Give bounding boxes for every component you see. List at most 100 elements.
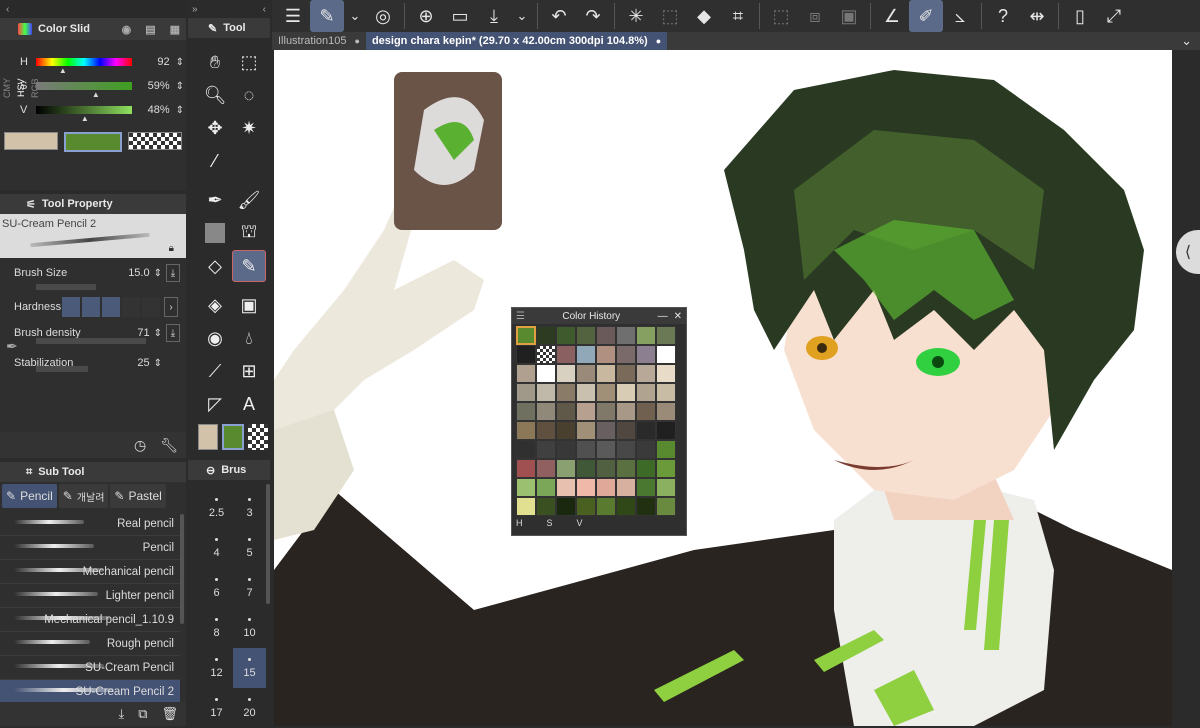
brush-list-item[interactable]: Mechanical pencil (0, 560, 180, 584)
color-history-swatch[interactable] (516, 345, 536, 364)
brush-size-value[interactable]: 15.0 (128, 267, 149, 279)
color-history-swatch[interactable] (536, 383, 556, 402)
color-history-swatch[interactable] (576, 497, 596, 516)
color-history-swatch[interactable] (596, 364, 616, 383)
stabilization-stepper-icon[interactable]: ⇕ (154, 358, 162, 369)
tab-custom-brush[interactable]: ✎ 개날려 (58, 484, 109, 508)
color-history-swatch[interactable] (656, 364, 676, 383)
balloon-tool-icon[interactable]: ◸ (198, 388, 232, 420)
color-history-swatch[interactable] (616, 345, 636, 364)
frame-tool-icon[interactable]: ⊞ (232, 355, 266, 387)
brush-size-option[interactable]: 8 (200, 608, 233, 648)
brush-size-option[interactable]: 15 (233, 648, 266, 688)
water-drop-icon[interactable]: 💧︎ (232, 322, 266, 354)
color-history-swatch[interactable] (656, 383, 676, 402)
brush-size-option[interactable]: 4 (200, 528, 233, 568)
color-history-swatch[interactable] (596, 326, 616, 345)
color-history-swatch[interactable] (616, 459, 636, 478)
color-history-swatch[interactable] (616, 497, 636, 516)
color-history-swatch[interactable] (616, 326, 636, 345)
object-select-icon[interactable]: ⬚ (232, 46, 266, 78)
color-history-swatch[interactable] (536, 497, 556, 516)
brush-size-option[interactable]: 5 (233, 528, 266, 568)
color-history-swatch[interactable] (556, 440, 576, 459)
brush-density-dropdown-icon[interactable]: ⤓ (166, 324, 180, 342)
color-history-swatch[interactable] (516, 383, 536, 402)
flip-horizontal-icon[interactable]: ⇹ (1020, 0, 1054, 32)
color-history-swatch[interactable] (536, 421, 556, 440)
brush-list-scrollbar[interactable] (180, 514, 184, 624)
v-stepper-icon[interactable]: ⇕ (176, 105, 184, 116)
main-color-chip[interactable] (198, 424, 218, 450)
mode-cmy-tab[interactable]: CMY (2, 78, 12, 98)
color-history-swatch[interactable] (656, 497, 676, 516)
pencil-tool-icon[interactable]: ✎ (232, 250, 266, 282)
color-history-swatch[interactable] (576, 326, 596, 345)
collapse-left-icon[interactable]: ‹ (263, 4, 266, 15)
color-history-swatch[interactable] (636, 345, 656, 364)
color-history-swatch[interactable] (556, 497, 576, 516)
transparent-color-chip[interactable] (248, 424, 268, 450)
brush-list-item[interactable]: Pencil (0, 536, 180, 560)
brush-size-option[interactable]: 10 (233, 608, 266, 648)
color-history-swatch[interactable] (516, 402, 536, 421)
undo-icon[interactable]: ↶ (542, 0, 576, 32)
color-history-swatch[interactable] (556, 402, 576, 421)
collapse-left-icon[interactable]: ‹ (6, 4, 9, 15)
brush-density-slider[interactable] (36, 338, 146, 344)
move-tool-icon[interactable]: ✥ (198, 112, 232, 144)
color-history-swatch[interactable] (556, 421, 576, 440)
open-folder-icon[interactable]: ▭ (443, 0, 477, 32)
brush-size-option[interactable]: 17 (200, 688, 233, 728)
deselect-icon[interactable]: ⬚ (764, 0, 798, 32)
eyedropper-icon[interactable]: ⁄ (198, 145, 232, 177)
color-history-swatch[interactable] (536, 402, 556, 421)
main-color-swatch[interactable] (4, 132, 58, 150)
save-icon[interactable]: ⤓ (477, 0, 511, 32)
color-history-swatch[interactable] (656, 478, 676, 497)
selection-clear-icon[interactable]: ⬚ (653, 0, 687, 32)
brush-size-dropdown-icon[interactable]: ⤓ (166, 264, 180, 282)
color-history-swatch[interactable] (576, 345, 596, 364)
color-history-swatch[interactable] (596, 421, 616, 440)
s-value[interactable]: 59% (138, 80, 170, 92)
drag-handle-icon[interactable]: ☰ (516, 311, 525, 322)
brush-preview[interactable]: SU-Cream Pencil 2 🔒︎ (0, 214, 186, 258)
color-history-swatch[interactable] (516, 326, 536, 345)
color-history-swatch[interactable] (536, 326, 556, 345)
fullscreen-icon[interactable]: ⤢ (1097, 0, 1131, 32)
brush-size-option[interactable]: 3 (233, 488, 266, 528)
s-slider[interactable]: ▲ (35, 82, 133, 99)
color-set-tab-icon[interactable]: ▤ (145, 23, 155, 36)
color-history-swatch[interactable] (616, 364, 636, 383)
minimize-icon[interactable]: — (658, 311, 668, 322)
color-history-swatch[interactable] (596, 440, 616, 459)
airbrush-icon[interactable]: ⛫ (232, 217, 266, 249)
brush-list-item[interactable]: Mechanical pencil_1.10.9 (0, 608, 180, 632)
menu-icon[interactable]: ☰ (276, 0, 310, 32)
s-stepper-icon[interactable]: ⇕ (176, 81, 184, 92)
sub-color-chip[interactable] (222, 424, 244, 450)
color-history-swatch[interactable] (656, 440, 676, 459)
color-history-swatch[interactable] (556, 364, 576, 383)
color-history-swatch[interactable] (556, 383, 576, 402)
color-history-swatch[interactable] (516, 497, 536, 516)
transform-icon[interactable]: ⌗ (721, 0, 755, 32)
brush-density-stepper-icon[interactable]: ⇕ (154, 328, 162, 339)
color-history-header[interactable]: ☰ Color History — ✕ (512, 308, 686, 324)
redo-icon[interactable]: ↷ (576, 0, 610, 32)
color-history-swatch[interactable] (636, 440, 656, 459)
invert-selection-icon[interactable]: ▣ (832, 0, 866, 32)
edit-mode-icon[interactable]: ✎ (310, 0, 344, 32)
brush-size-option[interactable]: 2.5 (200, 488, 233, 528)
color-history-swatch[interactable] (556, 459, 576, 478)
color-history-swatch[interactable] (656, 402, 676, 421)
color-history-swatch[interactable] (536, 364, 556, 383)
canvas-page[interactable] (274, 50, 1172, 726)
color-history-swatch[interactable] (596, 497, 616, 516)
color-history-swatch[interactable] (516, 478, 536, 497)
brush-size-scrollbar[interactable] (266, 484, 270, 604)
ruler-snap-icon[interactable]: ⦣ (943, 0, 977, 32)
v-value[interactable]: 48% (138, 104, 170, 116)
tab-pastel[interactable]: ✎ Pastel (110, 484, 166, 508)
